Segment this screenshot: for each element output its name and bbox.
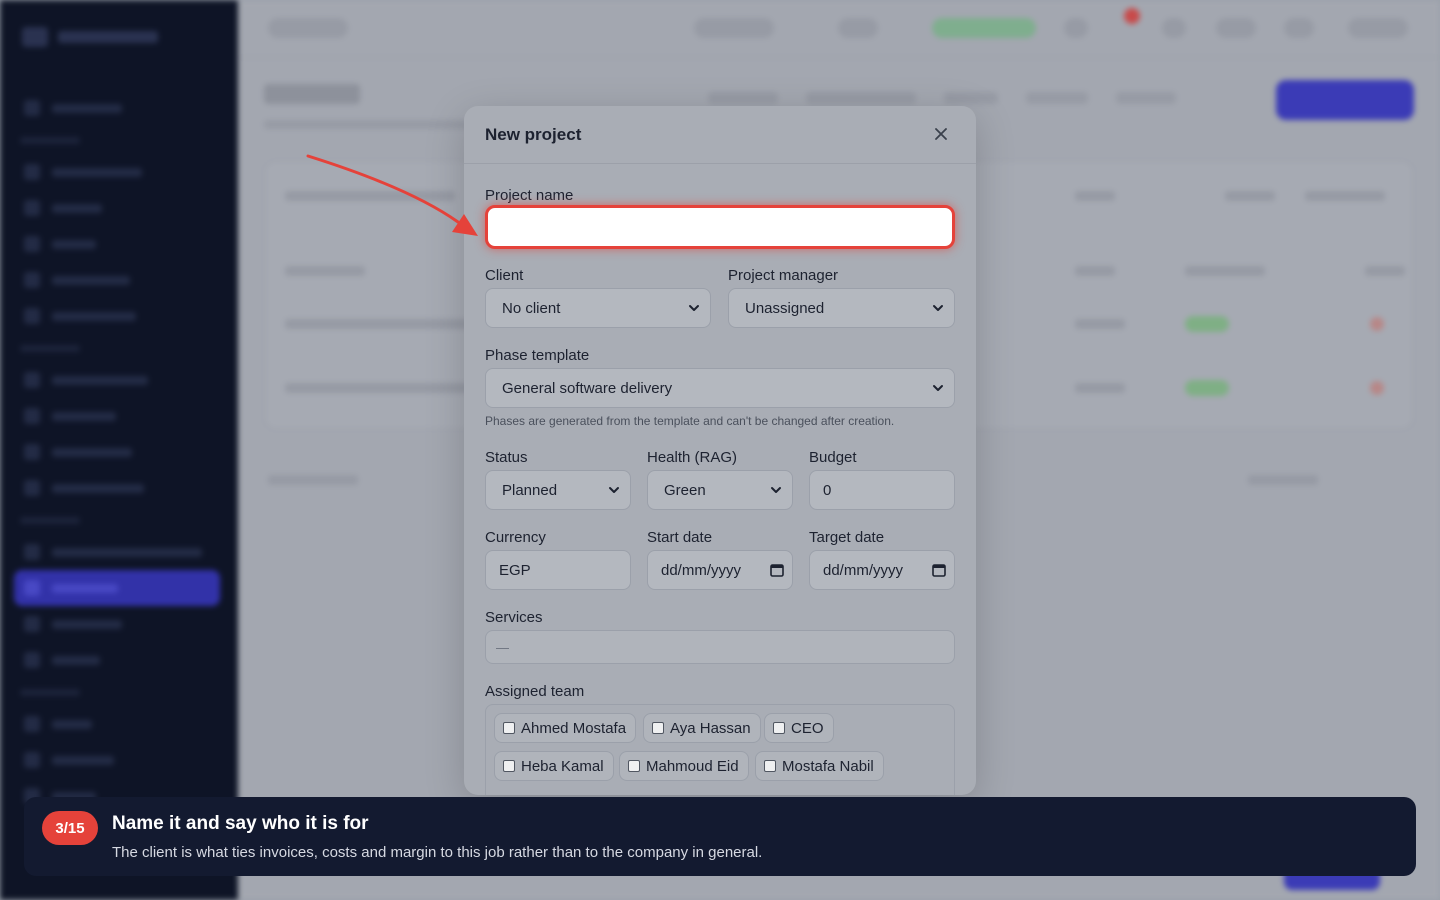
phase-template-select[interactable]: General software delivery — [485, 368, 955, 408]
new-project-button — [1276, 80, 1414, 120]
sidebar-nav — [14, 90, 220, 814]
checkbox-icon[interactable] — [503, 722, 515, 734]
top-bar — [238, 0, 1440, 58]
health-label: Health (RAG) — [647, 449, 738, 466]
chevron-down-icon — [933, 305, 943, 311]
chevron-down-icon — [771, 487, 781, 493]
services-field[interactable]: — — [485, 630, 955, 664]
checkbox-icon[interactable] — [628, 760, 640, 772]
team-member-name: Mostafa Nabil — [782, 757, 874, 775]
modal-header: New project — [464, 106, 976, 164]
start-date-label: Start date — [647, 529, 713, 546]
app-logo — [22, 26, 162, 48]
status-label: Status — [485, 449, 528, 466]
chevron-down-icon — [609, 487, 619, 493]
team-member-checkbox[interactable]: Mahmoud Eid — [619, 751, 749, 781]
team-member-checkbox[interactable]: CEO — [764, 713, 834, 743]
calendar-icon[interactable] — [932, 563, 946, 577]
new-project-modal: New project Project name Client No clien… — [464, 106, 976, 795]
team-member-checkbox[interactable]: Aya Hassan — [643, 713, 761, 743]
tour-tooltip: 3/15 Name it and say who it is for The c… — [24, 797, 1416, 876]
team-member-name: CEO — [791, 719, 824, 737]
team-member-name: Ahmed Mostafa — [521, 719, 627, 737]
start-date-input[interactable]: dd/mm/yyyy — [647, 550, 793, 590]
phase-template-select-value: General software delivery — [502, 379, 673, 397]
status-select-value: Planned — [502, 481, 558, 499]
services-label: Services — [485, 609, 543, 626]
page-subtitle — [264, 120, 484, 129]
health-select-value: Green — [664, 481, 706, 499]
team-member-checkbox[interactable]: Heba Kamal — [494, 751, 614, 781]
team-member-name: Mahmoud Eid — [646, 757, 739, 775]
status-select[interactable]: Planned — [485, 470, 631, 510]
assigned-team-list: Ahmed Mostafa Aya Hassan CEO Heba Kamal … — [485, 704, 955, 795]
team-member-name: Aya Hassan — [670, 719, 751, 737]
checkbox-icon[interactable] — [652, 722, 664, 734]
tour-arrow-icon — [306, 154, 478, 236]
chevron-down-icon — [933, 385, 943, 391]
checkbox-icon[interactable] — [773, 722, 785, 734]
chevron-down-icon — [689, 305, 699, 311]
modal-title: New project — [485, 125, 582, 144]
target-date-input[interactable]: dd/mm/yyyy — [809, 550, 955, 590]
page-tabs — [708, 92, 1176, 104]
project-manager-label: Project manager — [728, 267, 839, 284]
target-date-placeholder: dd/mm/yyyy — [823, 561, 904, 579]
tour-body: The client is what ties invoices, costs … — [112, 844, 763, 861]
team-member-checkbox[interactable]: Mostafa Nabil — [755, 751, 884, 781]
client-select[interactable]: No client — [485, 288, 711, 328]
client-label: Client — [485, 267, 524, 284]
tour-title: Name it and say who it is for — [112, 813, 369, 834]
target-date-label: Target date — [809, 529, 885, 546]
close-icon — [935, 128, 947, 140]
team-member-name: Heba Kamal — [521, 757, 604, 775]
project-name-input[interactable] — [485, 205, 955, 249]
currency-label: Currency — [485, 529, 546, 546]
budget-label: Budget — [809, 449, 857, 466]
close-button[interactable] — [930, 123, 952, 145]
checkbox-icon[interactable] — [503, 760, 515, 772]
phase-template-label: Phase template — [485, 347, 590, 364]
phase-template-helper: Phases are generated from the template a… — [485, 414, 895, 428]
health-select[interactable]: Green — [647, 470, 793, 510]
page-title — [264, 84, 360, 104]
start-date-placeholder: dd/mm/yyyy — [661, 561, 742, 579]
assigned-team-label: Assigned team — [485, 683, 585, 700]
sidebar — [0, 0, 238, 900]
budget-input[interactable]: 0 — [809, 470, 955, 510]
team-member-checkbox[interactable]: Ahmed Mostafa — [494, 713, 637, 743]
client-select-value: No client — [502, 299, 561, 317]
checkbox-icon[interactable] — [764, 760, 776, 772]
currency-input[interactable]: EGP — [485, 550, 631, 590]
calendar-icon[interactable] — [770, 563, 784, 577]
project-name-label: Project name — [485, 187, 574, 204]
currency-input-value: EGP — [499, 561, 531, 579]
tour-step-badge: 3/15 — [42, 811, 98, 845]
budget-input-value: 0 — [823, 481, 832, 499]
project-manager-select[interactable]: Unassigned — [728, 288, 955, 328]
services-value: — — [496, 639, 509, 655]
project-manager-select-value: Unassigned — [745, 299, 825, 317]
